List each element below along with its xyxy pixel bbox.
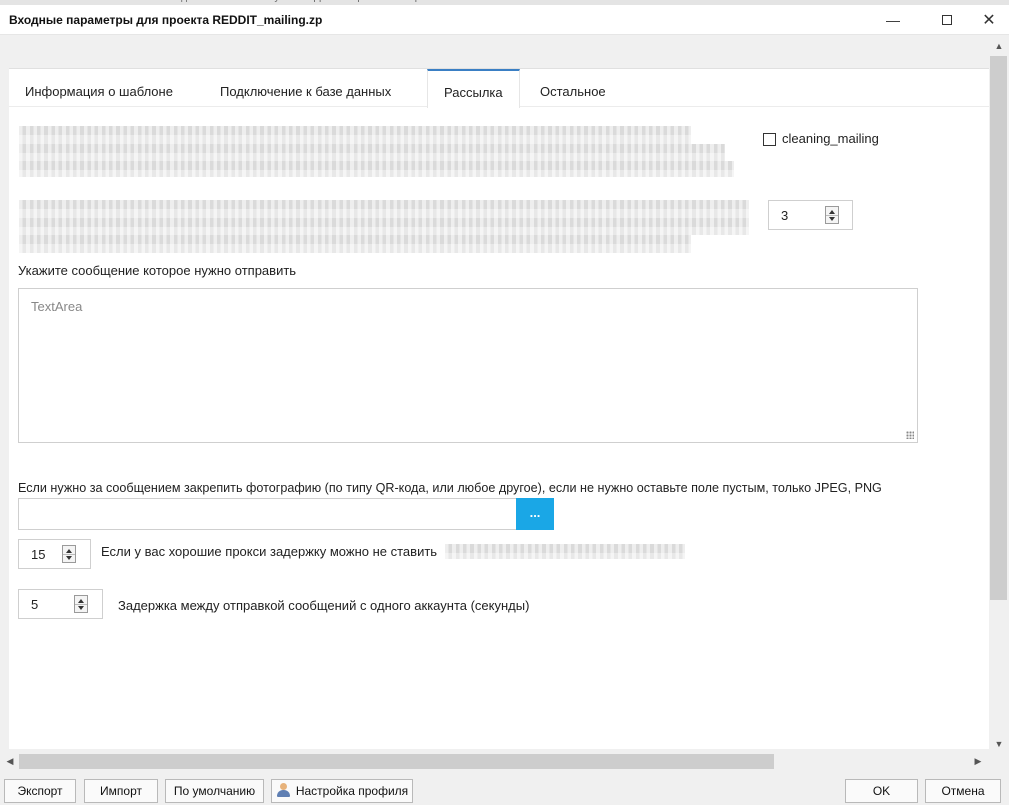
photo-path-input[interactable] [18, 498, 518, 530]
redacted-text [19, 235, 691, 253]
background-strip-item: +100 [62, 0, 85, 3]
tab-strip: Информация о шаблоне Подключение к базе … [9, 69, 989, 108]
redacted-text [19, 218, 749, 235]
redacted-text [19, 161, 734, 177]
proxy-delay-value[interactable]: 15 [31, 547, 45, 562]
count-stepper[interactable]: 3 [768, 200, 853, 230]
minimize-icon: — [886, 12, 900, 28]
count-value[interactable]: 3 [781, 208, 788, 223]
profile-settings-button[interactable]: Настройка профиля [271, 779, 413, 803]
redacted-text [445, 544, 685, 559]
maximize-button[interactable] [924, 5, 970, 35]
spin-arrows-icon[interactable] [62, 545, 76, 563]
message-delay-label: Задержка между отправкой сообщений с одн… [118, 598, 530, 613]
profile-settings-label: Настройка профиля [295, 784, 409, 798]
redacted-text [19, 200, 749, 218]
background-strip-item: Открыть п... [398, 0, 454, 3]
background-strip-item: Ввод капчи [164, 0, 216, 3]
cancel-button[interactable]: Отмена [925, 779, 1001, 803]
scroll-right-icon[interactable]: ▶ [970, 753, 986, 770]
message-placeholder: TextArea [31, 299, 83, 314]
cleaning-mailing-checkbox[interactable] [763, 133, 776, 146]
scroll-left-icon[interactable]: ◀ [2, 753, 18, 770]
tab-other[interactable]: Остальное [524, 69, 622, 107]
minimize-button[interactable]: — [870, 5, 916, 35]
message-label: Укажите сообщение которое нужно отправит… [18, 263, 297, 278]
tab-mailing[interactable]: Рассылка [427, 69, 520, 108]
proxy-delay-label: Если у вас хорошие прокси задержку можно… [101, 544, 438, 559]
ok-button[interactable]: OK [845, 779, 918, 803]
tab-db-connection[interactable]: Подключение к базе данных [204, 69, 407, 107]
close-icon: ✕ [982, 12, 996, 29]
browse-button[interactable]: ... [516, 498, 554, 530]
spin-arrows-icon[interactable] [825, 206, 839, 224]
tab-template-info[interactable]: Информация о шаблоне [9, 69, 189, 107]
background-strip-item: ... [116, 0, 124, 3]
defaults-button[interactable]: По умолчанию [165, 779, 264, 803]
dialog-footer: Экспорт Импорт По умолчанию Настройка пр… [0, 775, 1009, 805]
export-button[interactable]: Экспорт [4, 779, 76, 803]
resize-grip-icon[interactable] [906, 431, 914, 439]
scroll-down-icon[interactable]: ▼ [989, 736, 1009, 752]
redacted-text [19, 144, 725, 161]
message-textarea[interactable]: TextArea [18, 288, 918, 443]
horizontal-scroll-thumb[interactable] [19, 754, 774, 769]
user-profile-icon [276, 783, 290, 798]
background-strip-item: Proxy [254, 0, 280, 3]
vertical-scrollbar[interactable]: ▲ ▼ [989, 36, 1009, 753]
tab-panel: Информация о шаблоне Подключение к базе … [9, 68, 989, 749]
vertical-scroll-thumb[interactable] [990, 56, 1007, 600]
title-bar: Входные параметры для проекта REDDIT_mai… [0, 5, 1009, 35]
proxy-delay-stepper[interactable]: 15 [18, 539, 91, 569]
redacted-text [19, 126, 691, 144]
message-delay-value[interactable]: 5 [31, 597, 38, 612]
background-strip-item: Диспетчер [314, 0, 363, 3]
close-button[interactable]: ✕ [966, 5, 1009, 35]
message-delay-stepper[interactable]: 5 [18, 589, 103, 619]
dialog-client-area: Информация о шаблоне Подключение к базе … [0, 36, 1009, 775]
window-title: Входные параметры для проекта REDDIT_mai… [9, 13, 323, 27]
maximize-icon [942, 15, 952, 25]
photo-label: Если нужно за сообщением закрепить фотог… [18, 481, 882, 495]
import-button[interactable]: Импорт [84, 779, 158, 803]
scroll-up-icon[interactable]: ▲ [989, 38, 1009, 54]
cleaning-mailing-label: cleaning_mailing [782, 131, 879, 146]
spin-arrows-icon[interactable] [74, 595, 88, 613]
background-strip-item: l 10 [8, 0, 24, 3]
horizontal-scrollbar[interactable]: ◀ ▶ [0, 753, 989, 770]
